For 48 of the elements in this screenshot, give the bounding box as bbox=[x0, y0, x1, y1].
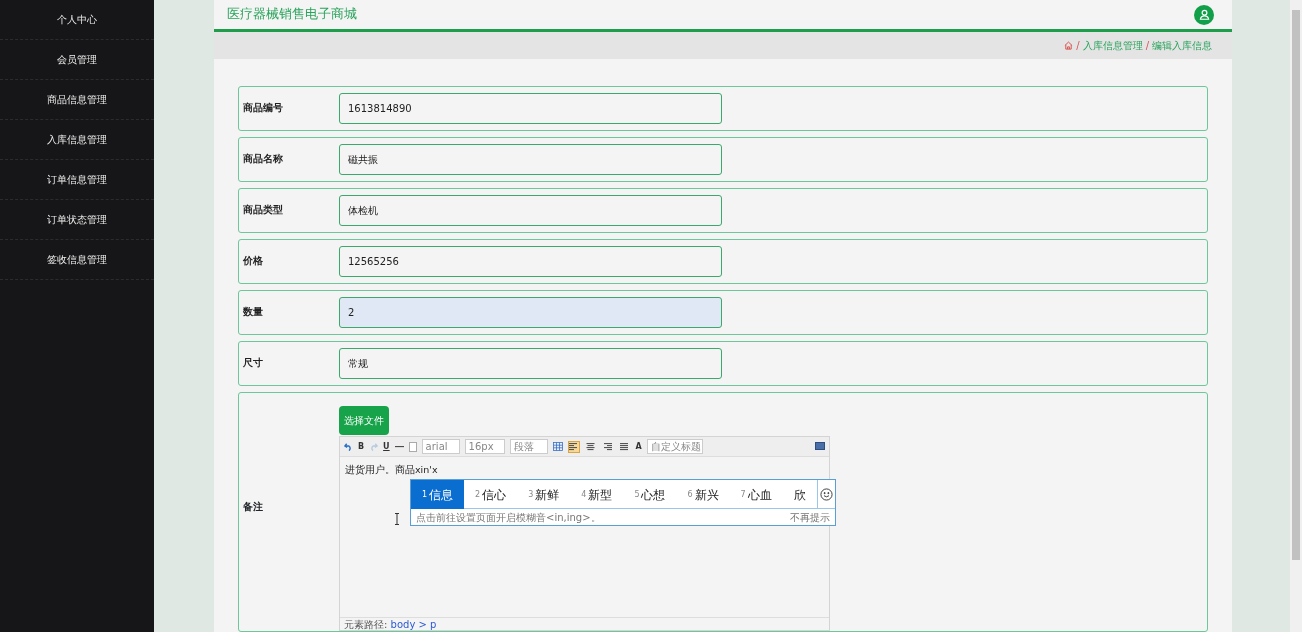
align-left-icon[interactable] bbox=[567, 440, 580, 453]
table-icon[interactable] bbox=[552, 442, 563, 452]
fullscreen-icon[interactable] bbox=[815, 442, 825, 452]
field-label: 商品名称 bbox=[242, 152, 284, 167]
text-field[interactable]: 磁共振 bbox=[339, 144, 722, 175]
heading-select[interactable]: 自定义标题 bbox=[646, 439, 703, 455]
menu-item[interactable]: 订单信息管理 bbox=[47, 172, 107, 187]
field-label: 商品类型 bbox=[242, 203, 284, 218]
text-field[interactable]: 常规 bbox=[339, 348, 722, 379]
font-color-button[interactable]: A bbox=[635, 440, 642, 453]
text-field[interactable]: 12565256 bbox=[339, 246, 722, 277]
field-label: 数量 bbox=[242, 305, 264, 320]
hint-text: 点击前往设置页面开启模糊音<in,ing>。 bbox=[416, 510, 601, 525]
bold-button[interactable]: B bbox=[358, 440, 365, 453]
text-field[interactable]: 体检机 bbox=[339, 195, 722, 226]
undo-icon[interactable] bbox=[344, 442, 353, 452]
menu-item[interactable]: 个人中心 bbox=[57, 12, 97, 27]
align-justify-icon[interactable] bbox=[618, 440, 631, 453]
text-field[interactable]: 2 bbox=[339, 297, 722, 328]
paragraph-select[interactable]: 段落 bbox=[509, 439, 548, 455]
field-label: 商品编号 bbox=[242, 101, 284, 116]
font-select[interactable]: arial bbox=[421, 439, 460, 455]
align-center-icon[interactable] bbox=[584, 440, 597, 453]
breadcrumb-separator: / bbox=[1076, 39, 1080, 54]
menu-item[interactable]: 入库信息管理 bbox=[47, 132, 107, 147]
field-label: 价格 bbox=[242, 254, 264, 269]
candidate-item[interactable]: 欣 bbox=[782, 480, 817, 509]
dismiss-link[interactable]: 不再提示 bbox=[790, 509, 830, 525]
home-icon[interactable] bbox=[1064, 41, 1074, 51]
menu-item[interactable]: 会员管理 bbox=[57, 52, 97, 67]
site-title: 医疗器械销售电子商城 bbox=[227, 5, 357, 24]
align-right-icon[interactable] bbox=[601, 440, 614, 453]
text-field[interactable]: 1613814890 bbox=[339, 93, 722, 124]
menu-item[interactable]: 订单状态管理 bbox=[47, 212, 107, 227]
emoji-icon[interactable] bbox=[816, 480, 835, 508]
editor-text: 进货用户。商品xin'x bbox=[345, 464, 438, 476]
user-icon[interactable] bbox=[1194, 4, 1214, 25]
underline-button[interactable]: U bbox=[383, 440, 390, 453]
field-label: 备注 bbox=[242, 499, 264, 514]
size-select[interactable]: 16px bbox=[464, 439, 505, 455]
menu-item[interactable]: 签收信息管理 bbox=[47, 252, 107, 267]
element-path-link[interactable]: body > p bbox=[390, 619, 437, 630]
path-label: 元素路径: bbox=[344, 619, 388, 630]
field-label: 尺寸 bbox=[242, 356, 264, 371]
scrollbar-thumb[interactable] bbox=[1292, 10, 1300, 560]
text-cursor-icon bbox=[394, 513, 400, 525]
menu-item[interactable]: 商品信息管理 bbox=[47, 92, 107, 107]
breadcrumb-separator: / bbox=[1145, 39, 1149, 54]
